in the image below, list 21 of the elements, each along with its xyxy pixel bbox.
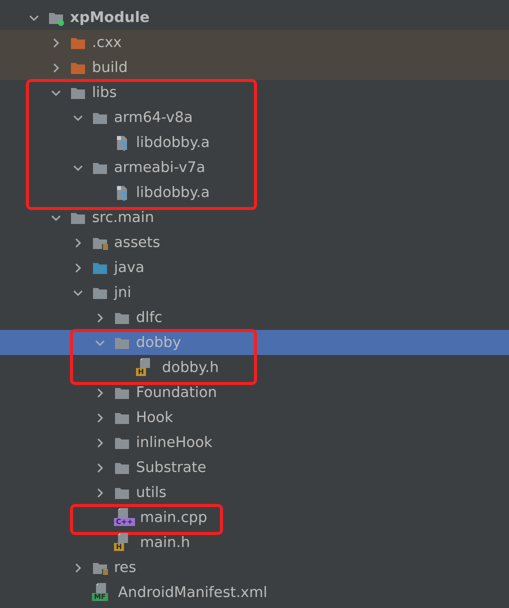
tree-item[interactable]: libs bbox=[0, 80, 509, 105]
tree-item[interactable]: Foundation bbox=[0, 380, 509, 405]
tree-item[interactable]: armeabi-v7a bbox=[0, 155, 509, 180]
tree-item[interactable]: jni bbox=[0, 280, 509, 305]
tree-item[interactable]: .cxx bbox=[0, 30, 509, 55]
tree-item[interactable]: Hook bbox=[0, 405, 509, 430]
tree-item[interactable]: assets bbox=[0, 230, 509, 255]
tree-item[interactable]: build bbox=[0, 55, 509, 80]
tree-item[interactable]: inlineHook bbox=[0, 430, 509, 455]
tree-item[interactable]: src.main bbox=[0, 205, 509, 230]
tree-item[interactable]: utils bbox=[0, 480, 509, 505]
unknown-file-icon bbox=[114, 184, 130, 200]
tree-item[interactable]: libdobby.a bbox=[0, 130, 509, 155]
tree-item[interactable]: libdobby.a bbox=[0, 180, 509, 205]
tree-item[interactable]: xpModule bbox=[0, 5, 509, 30]
tree-item[interactable]: Substrate bbox=[0, 455, 509, 480]
tree-item[interactable]: arm64-v8a bbox=[0, 105, 509, 130]
tree-item[interactable]: java bbox=[0, 255, 509, 280]
tree-item[interactable]: dlfc bbox=[0, 305, 509, 330]
unknown-file-icon bbox=[114, 134, 130, 150]
tree-item[interactable]: res bbox=[0, 555, 509, 580]
